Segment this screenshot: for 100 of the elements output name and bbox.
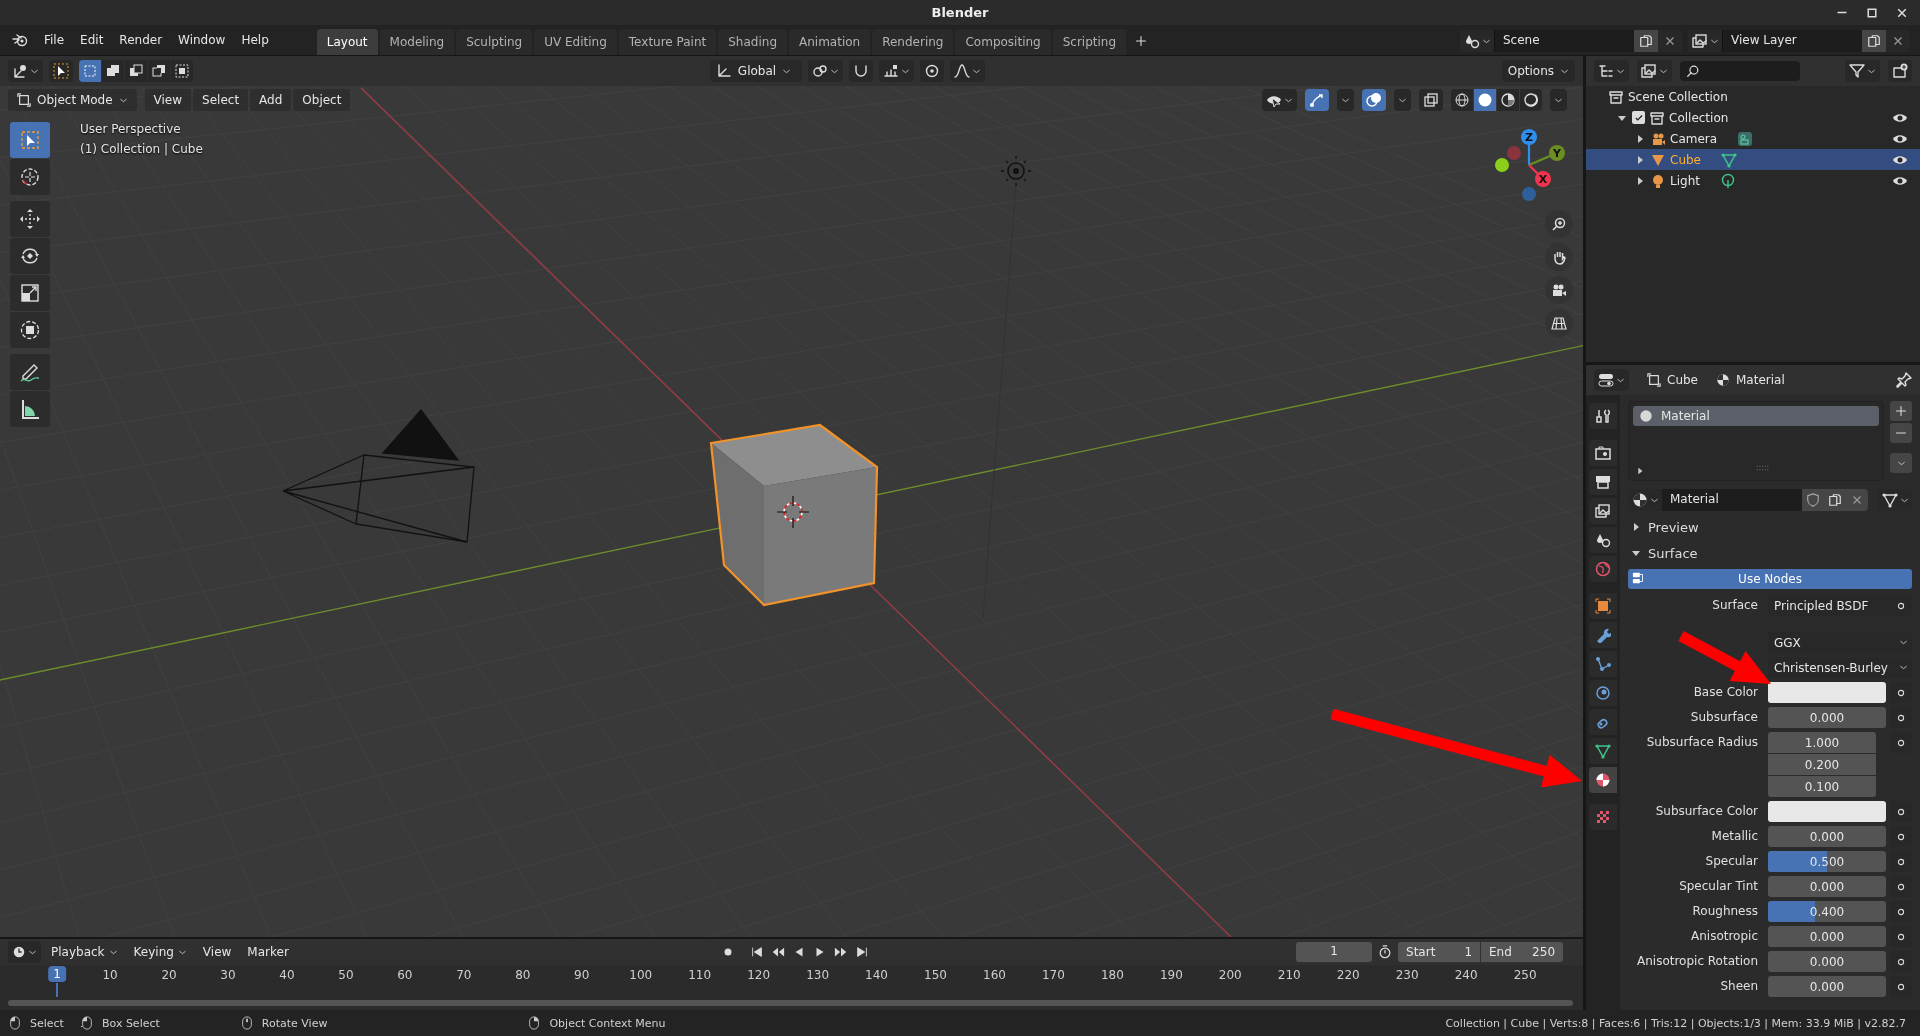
viewport-info-text: User Perspective bbox=[80, 122, 182, 136]
number-slider[interactable]: 0.000 bbox=[1768, 826, 1886, 847]
workspace-tab[interactable]: Animation bbox=[789, 29, 871, 55]
number-slider[interactable]: 0.500 bbox=[1768, 851, 1886, 872]
menu-item[interactable]: View bbox=[196, 943, 238, 961]
material-name-field[interactable]: Material bbox=[1662, 489, 1802, 511]
menu-item[interactable]: File bbox=[36, 30, 73, 50]
workspace-tab[interactable]: Texture Paint bbox=[618, 29, 717, 55]
dropdown-menu[interactable]: Playback bbox=[45, 943, 124, 961]
menu-item[interactable]: Window bbox=[170, 30, 234, 50]
number-slider[interactable]: 0.000 bbox=[1768, 926, 1886, 947]
number-slider[interactable]: 0.000 bbox=[1768, 951, 1886, 972]
menu-item[interactable]: Render bbox=[111, 30, 171, 50]
field-label: Metallic bbox=[1710, 828, 1759, 843]
dropdown-menu[interactable]: Keying bbox=[127, 943, 193, 961]
field-label: Specular Tint bbox=[1678, 878, 1759, 893]
frame-number: 180 bbox=[1100, 968, 1124, 982]
outliner-row[interactable]: Scene Collection bbox=[1586, 86, 1920, 107]
frame-number: 30 bbox=[220, 968, 236, 982]
number-field[interactable]: 0.100 bbox=[1768, 776, 1876, 797]
frame-number: 50 bbox=[338, 968, 354, 982]
start-frame-field[interactable]: Start 1 bbox=[1398, 942, 1480, 962]
workspace-tab[interactable]: Modeling bbox=[379, 29, 455, 55]
field-label: Anisotropic Rotation bbox=[1636, 953, 1759, 968]
workspace-tab[interactable]: Shading bbox=[718, 29, 787, 55]
number-slider[interactable]: 0.000 bbox=[1768, 976, 1886, 997]
number-slider[interactable]: 0.000 bbox=[1768, 876, 1886, 897]
frame-number: 110 bbox=[688, 968, 712, 982]
menu-item[interactable]: Object bbox=[293, 89, 351, 111]
frame-number: 220 bbox=[1336, 968, 1360, 982]
frame-number: 200 bbox=[1218, 968, 1242, 982]
use-nodes-button[interactable]: Use Nodes bbox=[1628, 569, 1912, 589]
menu-item[interactable]: Marker bbox=[241, 943, 295, 961]
status-hint: Select bbox=[30, 1016, 64, 1030]
scene-name-field[interactable]: Scene bbox=[1494, 30, 1634, 52]
outliner-row[interactable]: Camera bbox=[1586, 128, 1920, 149]
field-label: Roughness bbox=[1691, 903, 1759, 918]
frame-number: 150 bbox=[924, 968, 947, 982]
workspace-tab[interactable]: UV Editing bbox=[534, 29, 617, 55]
breadcrumb-label: Material bbox=[1736, 373, 1785, 387]
field-label: Surface bbox=[1711, 597, 1759, 612]
material-slot-list[interactable]: Material bbox=[1628, 401, 1884, 481]
outliner-row[interactable]: Cube bbox=[1586, 149, 1920, 170]
field-label: Anisotropic bbox=[1690, 928, 1759, 943]
options-dropdown[interactable]: Options bbox=[1501, 60, 1575, 82]
viewport-info-text: (1) Collection | Cube bbox=[80, 142, 203, 156]
outliner-row[interactable]: Collection bbox=[1586, 107, 1920, 128]
current-frame-field[interactable]: 1 bbox=[1296, 942, 1372, 962]
field-label: Subsurface Color bbox=[1654, 803, 1759, 818]
frame-number: 170 bbox=[1041, 968, 1065, 982]
frame-number: 140 bbox=[865, 968, 888, 982]
field-label: Base Color bbox=[1692, 684, 1759, 699]
menu-item[interactable]: Select bbox=[193, 89, 249, 111]
dropdown[interactable]: Christensen-Burley bbox=[1768, 657, 1912, 678]
number-field[interactable]: 0.200 bbox=[1768, 754, 1876, 775]
frame-number: 190 bbox=[1159, 968, 1183, 982]
workspace-tab[interactable]: Layout bbox=[316, 29, 378, 55]
frame-number: 160 bbox=[983, 968, 1006, 982]
menu-item[interactable]: Help bbox=[233, 30, 277, 50]
frame-number: 60 bbox=[397, 968, 413, 982]
field-label: Subsurface Radius bbox=[1645, 734, 1759, 749]
menu-item[interactable]: Edit bbox=[72, 30, 112, 50]
status-hint: Rotate View bbox=[261, 1016, 328, 1030]
workspace-tab[interactable]: Compositing bbox=[955, 29, 1051, 55]
number-slider[interactable]: 0.000 bbox=[1768, 707, 1886, 728]
frame-number: 130 bbox=[806, 968, 830, 982]
workspace-tab[interactable]: Rendering bbox=[872, 29, 954, 55]
scene-statistics: Collection | Cube | Verts:8 | Faces:6 | Tris:12 | Objects:1/3 | Mem: 33.9 MiB | v2.82.7 bbox=[1445, 1016, 1907, 1030]
window-title: Blender bbox=[931, 5, 989, 20]
end-frame-field[interactable]: End 250 bbox=[1481, 942, 1563, 962]
panel-header[interactable]: Preview bbox=[1648, 519, 1699, 535]
field-label: Subsurface bbox=[1689, 709, 1759, 724]
outliner-row[interactable]: Light bbox=[1586, 170, 1920, 191]
frame-number: 230 bbox=[1395, 968, 1419, 982]
panel-header[interactable]: Surface bbox=[1648, 545, 1698, 561]
menu-item[interactable]: View bbox=[144, 89, 192, 111]
frame-number: 20 bbox=[161, 968, 177, 982]
frame-number: 240 bbox=[1454, 968, 1478, 982]
field-label: Specular bbox=[1704, 853, 1759, 868]
playhead[interactable]: 1 bbox=[48, 966, 66, 982]
workspace-tab[interactable]: Scripting bbox=[1052, 29, 1127, 55]
frame-number: 120 bbox=[747, 968, 771, 982]
frame-number: 250 bbox=[1513, 968, 1537, 982]
status-hint: Object Context Menu bbox=[549, 1016, 666, 1030]
status-hint: Box Select bbox=[101, 1016, 160, 1030]
material-slot[interactable]: Material bbox=[1633, 406, 1879, 426]
frame-number: 90 bbox=[574, 968, 590, 982]
orientation-dropdown[interactable]: Global bbox=[709, 60, 802, 82]
view-layer-name-field[interactable]: View Layer bbox=[1722, 30, 1862, 52]
workspace-tab[interactable]: Sculpting bbox=[456, 29, 533, 55]
shader-selector[interactable]: Principled BSDF bbox=[1768, 595, 1912, 616]
menu-item[interactable]: Add bbox=[250, 89, 292, 111]
frame-number: 100 bbox=[629, 968, 653, 982]
frame-number: 70 bbox=[456, 968, 472, 982]
frame-number: 40 bbox=[279, 968, 295, 982]
dropdown[interactable]: GGX bbox=[1768, 632, 1912, 653]
mode-dropdown[interactable]: Object Mode bbox=[8, 89, 137, 111]
frame-number: 210 bbox=[1277, 968, 1301, 982]
navigation-gizmo[interactable]: Z Y X bbox=[1495, 128, 1567, 202]
number-field[interactable]: 1.000 bbox=[1768, 732, 1876, 753]
